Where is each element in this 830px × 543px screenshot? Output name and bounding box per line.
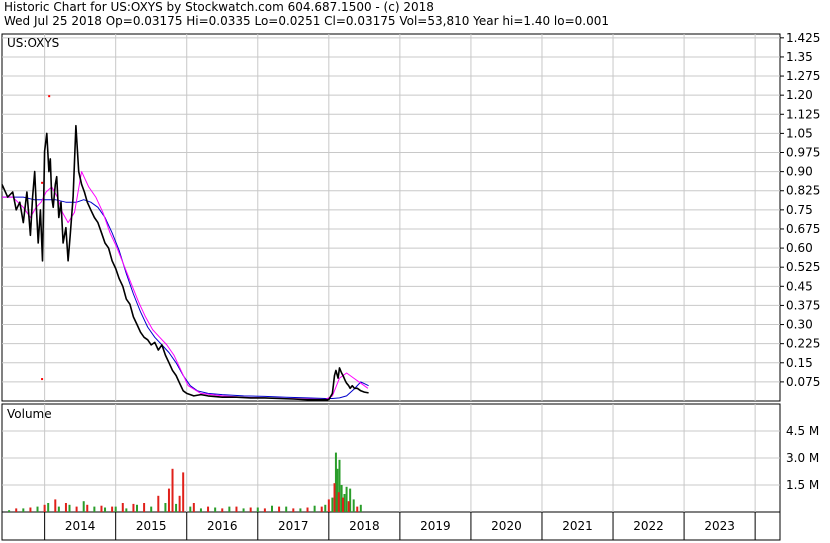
price-tick-label: 0.525 <box>786 260 820 274</box>
price-tick-label: 1.20 <box>786 88 813 102</box>
chart-canvas: 1.425 1.35 1.275 1.20 1.125 1.05 0.975 0.90 0.82… <box>1 31 820 541</box>
price-tick-label: 1.275 <box>786 69 820 83</box>
year-label: 2019 <box>420 519 451 533</box>
price-marker <box>48 95 51 98</box>
price-tick-label: 1.125 <box>786 107 820 121</box>
year-label: 2022 <box>633 519 664 533</box>
volume-tick-label: 3.0 M <box>786 451 819 465</box>
price-tick-label: 1.425 <box>786 31 820 45</box>
year-label: 2014 <box>65 519 96 533</box>
year-label: 2016 <box>207 519 238 533</box>
year-label: 2020 <box>491 519 522 533</box>
price-tick-label: 0.30 <box>786 318 813 332</box>
price-tick-label: 0.75 <box>786 203 813 217</box>
price-tick-label: 0.225 <box>786 337 820 351</box>
volume-tick-label: 1.5 M <box>786 478 819 492</box>
price-panel <box>1 33 781 402</box>
year-label: 2023 <box>704 519 735 533</box>
volume-tick-label: 4.5 M <box>786 424 819 438</box>
price-tick-label: 0.375 <box>786 298 820 312</box>
price-tick-label: 0.075 <box>786 375 820 389</box>
price-tick-label: 0.675 <box>786 222 820 236</box>
volume-panel-label: Volume <box>7 407 52 421</box>
price-tick-label: 0.15 <box>786 356 813 370</box>
price-tick-label: 1.05 <box>786 126 813 140</box>
year-label: 2017 <box>278 519 309 533</box>
price-panel-label: US:OXYS <box>7 36 59 50</box>
year-label: 2021 <box>562 519 593 533</box>
year-label: 2015 <box>136 519 167 533</box>
price-tick-label: 0.90 <box>786 165 813 179</box>
price-tick-label: 0.975 <box>786 146 820 160</box>
year-label: 2018 <box>349 519 380 533</box>
price-marker <box>41 181 44 184</box>
price-tick-label: 0.60 <box>786 241 813 255</box>
price-tick-label: 1.35 <box>786 50 813 64</box>
price-tick-label: 0.45 <box>786 279 813 293</box>
price-tick-label: 0.825 <box>786 184 820 198</box>
price-marker <box>41 378 44 381</box>
